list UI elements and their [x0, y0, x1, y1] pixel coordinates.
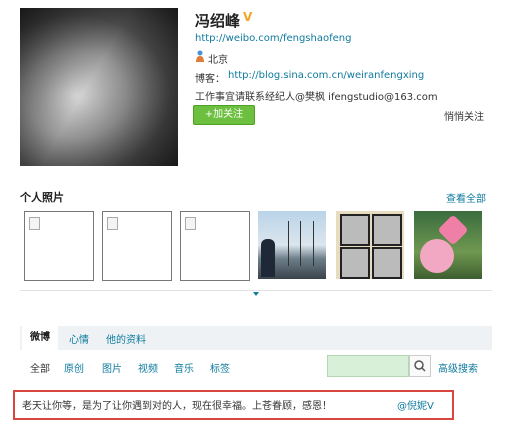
view-all-photos-link[interactable]: 查看全部 [446, 190, 486, 205]
search-input[interactable] [327, 355, 409, 377]
profile-url-link[interactable]: http://weibo.com/fengshaofeng [195, 33, 351, 44]
broken-image-icon [185, 217, 196, 230]
filter-music[interactable]: 音乐 [174, 360, 194, 375]
person-icon [196, 50, 204, 62]
tab-profile-info[interactable]: 他的资料 [106, 331, 146, 346]
blog-label: 博客： [195, 74, 225, 85]
tab-mood[interactable]: 心情 [69, 331, 89, 346]
profile-location: 北京 [208, 55, 228, 66]
magnifier-icon [414, 360, 426, 372]
blog-url-link[interactable]: http://blog.sina.com.cn/weiranfengxing [228, 70, 424, 81]
photos-section-title: 个人照片 [20, 191, 64, 204]
profile-contact: 工作事宜请联系经纪人@樊枫 ifengstudio@163.com [195, 92, 438, 103]
filter-all[interactable]: 全部 [30, 360, 50, 375]
photo-thumbnail[interactable] [414, 211, 482, 279]
photo-thumbnail[interactable] [180, 211, 250, 281]
search-button[interactable] [409, 355, 431, 377]
broken-image-icon [107, 217, 118, 230]
photo-thumbnail[interactable] [102, 211, 172, 281]
verified-icon: V [243, 10, 253, 24]
filter-video[interactable]: 视频 [138, 360, 158, 375]
filter-original[interactable]: 原创 [64, 360, 84, 375]
photo-thumbnail[interactable] [24, 211, 94, 281]
broken-image-icon [29, 217, 40, 230]
tab-bar [20, 326, 492, 350]
filter-pictures[interactable]: 图片 [102, 360, 122, 375]
profile-name: 冯绍峰 [195, 12, 241, 30]
tab-weibo[interactable]: 微博 [22, 326, 58, 350]
post-text: 老天让你等，是为了让你遇到对的人，现在很幸福。上苍眷顾，感恩！ [22, 401, 332, 412]
mention-link[interactable]: @倪妮V [397, 397, 434, 412]
photo-thumbnail[interactable] [258, 211, 326, 279]
photo-thumbnail[interactable] [336, 211, 404, 279]
filter-tags[interactable]: 标签 [210, 360, 230, 375]
follow-button[interactable]: +加关注 [193, 105, 255, 125]
advanced-search-link[interactable]: 高级搜索 [438, 360, 478, 375]
expand-arrow-icon[interactable] [253, 292, 259, 296]
profile-avatar[interactable] [20, 8, 178, 166]
secret-follow-link[interactable]: 悄悄关注 [444, 108, 484, 123]
section-divider [20, 290, 492, 291]
